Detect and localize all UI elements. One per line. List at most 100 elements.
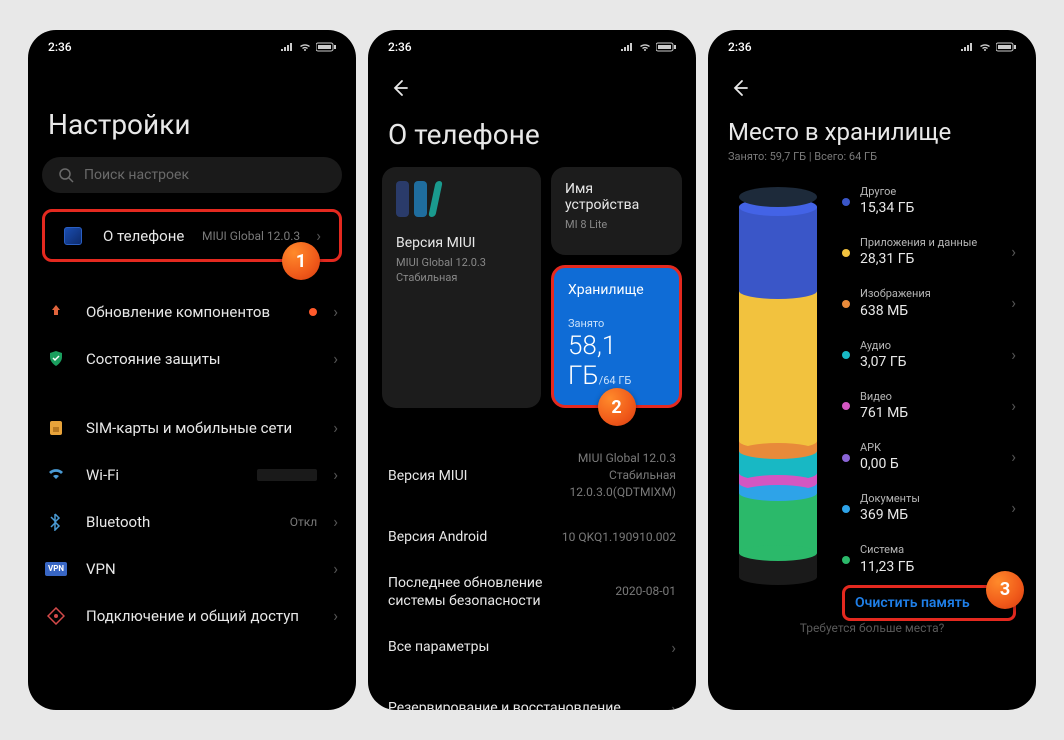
status-bar: 2:36 xyxy=(28,30,356,60)
share-row[interactable]: Подключение и общий доступ › xyxy=(28,592,356,639)
legend-row[interactable]: Другое15,34 ГБ xyxy=(842,179,1016,230)
status-icons xyxy=(280,42,336,52)
all-specs-label: Все параметры xyxy=(388,639,663,655)
legend-dot xyxy=(842,454,850,462)
storage-subtitle: Занято: 59,7 ГБ | Всего: 64 ГБ xyxy=(708,150,1036,173)
storage-cylinder xyxy=(732,179,824,603)
update-label: Обновление компонентов xyxy=(86,303,293,321)
chevron-right-icon: › xyxy=(316,226,321,245)
patch-value: 2020-08-01 xyxy=(615,583,676,600)
legend-value: 0,00 Б xyxy=(860,456,1001,472)
legend-value: 369 МБ xyxy=(860,507,1001,523)
row-backup[interactable]: Резервирование и восстановление › xyxy=(368,685,696,710)
search-input[interactable]: Поиск настроек xyxy=(42,157,342,193)
legend-row[interactable]: APK0,00 Б› xyxy=(842,435,1016,486)
legend-label: Видео xyxy=(860,390,1001,403)
backup-label: Резервирование и восстановление xyxy=(388,700,663,710)
chevron-right-icon: › xyxy=(333,606,338,625)
status-bar: 2:36 xyxy=(708,30,1036,60)
chevron-right-icon: › xyxy=(1011,396,1016,415)
chevron-right-icon: › xyxy=(1011,242,1016,261)
status-icons xyxy=(960,42,1016,52)
back-arrow-icon xyxy=(390,78,410,98)
wifi-icon xyxy=(638,42,652,52)
update-row[interactable]: Обновление компонентов › xyxy=(28,288,356,335)
update-icon xyxy=(42,303,70,321)
android-version-value: 10 QKQ1.190910.002 xyxy=(562,529,676,546)
wifi-icon xyxy=(298,42,312,52)
wifi-icon xyxy=(42,466,70,484)
step-badge-3: 3 xyxy=(986,571,1024,609)
legend-row[interactable]: Видео 761 МБ › xyxy=(842,384,1016,435)
card-miui[interactable]: Версия MIUI MIUI Global 12.0.3 Стабильна… xyxy=(382,167,541,408)
legend-label: Другое xyxy=(860,185,1016,198)
chevron-right-icon: › xyxy=(333,418,338,437)
security-row[interactable]: Состояние защиты › xyxy=(28,335,356,382)
battery-icon xyxy=(316,42,336,52)
status-time: 2:36 xyxy=(728,40,752,54)
phone-about: 2:36 О телефоне Версия MIUI MIUI Global … xyxy=(368,30,696,710)
chevron-right-icon: › xyxy=(333,559,338,578)
row-android-version[interactable]: Версия Android 10 QKQ1.190910.002 xyxy=(368,515,696,560)
legend-label: Документы xyxy=(860,492,1001,505)
wifi-label: Wi-Fi xyxy=(86,466,241,484)
row-security-patch[interactable]: Последнее обновление системы безопасност… xyxy=(368,560,696,624)
vpn-row[interactable]: VPN VPN › xyxy=(28,545,356,592)
row-all-specs[interactable]: Все параметры › xyxy=(368,624,696,671)
signal-icon xyxy=(960,42,974,52)
storage-total: /64 ГБ xyxy=(599,374,632,387)
bluetooth-row[interactable]: Bluetooth Откл › xyxy=(28,498,356,545)
legend-value: 28,31 ГБ xyxy=(860,251,1001,267)
back-button[interactable] xyxy=(382,70,418,106)
shield-icon xyxy=(42,350,70,368)
legend-row[interactable]: Аудио3,07 ГБ› xyxy=(842,333,1016,384)
row-miui-version[interactable]: Версия MIUI MIUI Global 12.0.3 Стабильна… xyxy=(368,436,696,514)
about-label: О телефоне xyxy=(103,227,186,245)
chevron-right-icon: › xyxy=(333,465,338,484)
status-bar: 2:36 xyxy=(368,30,696,60)
storage-card-wrapper: Хранилище Занято 58,1 ГБ/64 ГБ 2 xyxy=(551,265,682,408)
share-icon xyxy=(42,607,70,625)
page-title: Настройки xyxy=(28,60,356,157)
chevron-right-icon: › xyxy=(333,512,338,531)
device-name-value: MI 8 Lite xyxy=(565,217,668,232)
bluetooth-icon xyxy=(42,513,70,531)
bluetooth-label: Bluetooth xyxy=(86,513,274,531)
miui-logo-icon xyxy=(396,181,444,217)
chevron-right-icon: › xyxy=(1011,447,1016,466)
legend-row[interactable]: Изображения638 МБ› xyxy=(842,281,1016,332)
legend-row[interactable]: Приложения и данные 28,31 ГБ › xyxy=(842,230,1016,281)
card-device-name[interactable]: Имя устройства MI 8 Lite xyxy=(551,167,682,255)
card-miui-value: MIUI Global 12.0.3 Стабильная xyxy=(396,255,527,286)
step-badge-2: 2 xyxy=(598,388,636,426)
device-name-label: Имя устройства xyxy=(565,181,668,213)
about-phone-row-wrapper: О телефоне MIUI Global 12.0.3 › 1 xyxy=(42,209,342,262)
legend-row[interactable]: Документы369 МБ› xyxy=(842,486,1016,537)
security-label: Состояние защиты xyxy=(86,350,317,368)
wifi-row[interactable]: Wi-Fi › xyxy=(28,451,356,498)
miui-version-label: Версия MIUI xyxy=(388,468,570,484)
signal-icon xyxy=(280,42,294,52)
legend-label: Приложения и данные xyxy=(860,236,1001,249)
legend-label: Аудио xyxy=(860,339,1001,352)
sim-row[interactable]: SIM-карты и мобильные сети › xyxy=(28,404,356,451)
patch-label: Последнее обновление системы безопасност… xyxy=(388,574,568,610)
legend-value: 761 МБ xyxy=(860,405,1001,421)
legend-value: 11,23 ГБ xyxy=(860,559,1016,575)
back-button[interactable] xyxy=(722,70,758,106)
status-time: 2:36 xyxy=(48,40,72,54)
legend-dot xyxy=(842,351,850,359)
storage-legend: Другое15,34 ГБ Приложения и данные 28,31 … xyxy=(842,179,1016,603)
chevron-right-icon: › xyxy=(1011,345,1016,364)
search-icon xyxy=(58,167,74,183)
card-storage[interactable]: Хранилище Занято 58,1 ГБ/64 ГБ xyxy=(551,265,682,408)
storage-label: Хранилище xyxy=(568,282,665,298)
vpn-label: VPN xyxy=(86,560,317,578)
search-placeholder: Поиск настроек xyxy=(84,167,189,183)
legend-dot xyxy=(842,300,850,308)
battery-icon xyxy=(656,42,676,52)
signal-icon xyxy=(620,42,634,52)
legend-dot xyxy=(842,505,850,513)
legend-label: Изображения xyxy=(860,287,1001,300)
chevron-right-icon: › xyxy=(333,302,338,321)
